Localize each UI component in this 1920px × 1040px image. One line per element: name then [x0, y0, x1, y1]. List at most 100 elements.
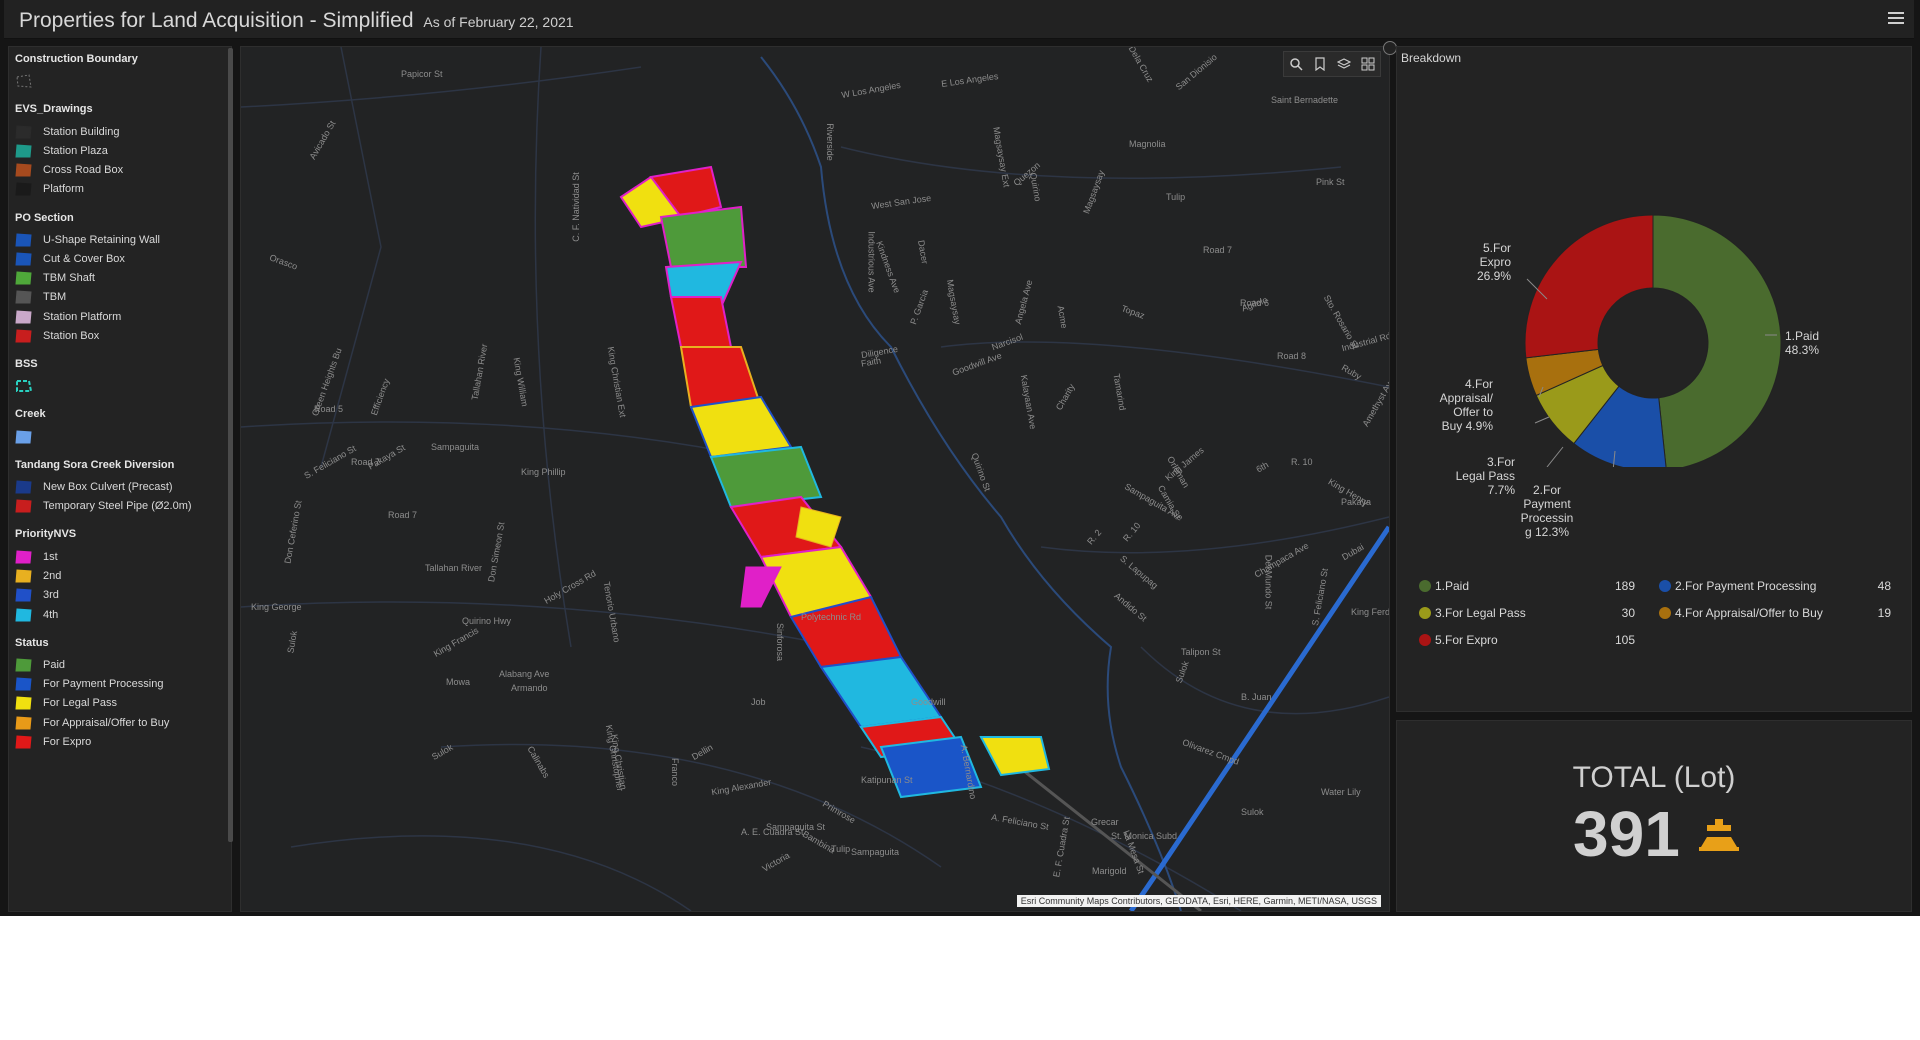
legend-item: Station Plaza: [15, 143, 108, 159]
road-label: King Ferdinand: [1351, 607, 1390, 617]
layers-icon[interactable]: [1332, 52, 1356, 76]
legend-item-label: 4th: [43, 609, 59, 621]
legend-item: Temporary Steel Pipe (Ø2.0m): [15, 498, 192, 514]
leader-line: [1546, 446, 1564, 467]
legend-item-label: Station Plaza: [43, 145, 108, 157]
legend-item-label: Paid: [43, 659, 66, 671]
breakdown-legend-value: 48: [1877, 579, 1891, 593]
legend-section-title: Tandang Sora Creek Diversion: [15, 459, 175, 471]
page-title: Properties for Land Acquisition - Simpli…: [19, 9, 574, 33]
swatch-icon: [15, 608, 32, 622]
road-label: Road 7: [351, 457, 381, 467]
map-view[interactable]: Papicor St W Los Angeles E Los Angeles Dela…: [240, 46, 1390, 912]
legend-scrollbar[interactable]: [228, 48, 233, 842]
breakdown-legend-item[interactable]: 3.For Legal Pass: [1419, 606, 1526, 620]
legend-dot-icon: [1419, 634, 1431, 646]
breakdown-legend-item[interactable]: 2.For Payment Processing: [1659, 579, 1816, 593]
breakdown-legend-value: 19: [1877, 606, 1891, 620]
pie-label: 2.For Payment Processin g 12.3%: [1520, 483, 1574, 539]
dashboard: Properties for Land Acquisition - Simpli…: [0, 0, 1920, 916]
bss-swatch-icon: [16, 380, 33, 392]
legend-item: [15, 73, 43, 89]
total-title: TOTAL (Lot): [1572, 761, 1736, 794]
as-of-date: As of February 22, 2021: [423, 14, 574, 30]
breakdown-legend-label: 1.Paid: [1435, 579, 1470, 593]
hamburger-menu-icon[interactable]: [1888, 9, 1904, 25]
legend-item: New Box Culvert (Precast): [15, 479, 173, 495]
legend-item: 2nd: [15, 568, 61, 584]
road-label: Franco: [670, 757, 681, 787]
swatch-icon: [15, 480, 32, 494]
legend-item: Station Box: [15, 328, 99, 344]
basemap-gallery-icon[interactable]: [1356, 52, 1380, 76]
road-label: Tulip: [1166, 192, 1186, 202]
search-icon[interactable]: [1284, 52, 1308, 76]
expand-icon[interactable]: [1383, 41, 1397, 55]
pie-label: 5.For Expro 26.9%: [1476, 241, 1511, 283]
swatch-icon: [15, 550, 32, 564]
road-label: Pink St: [1316, 177, 1345, 187]
map-attribution[interactable]: Esri Community Maps Contributors, GEODAT…: [1016, 895, 1381, 907]
legend-dot-icon: [1419, 607, 1431, 619]
road-label: Katipunan St: [861, 775, 913, 785]
road-label: Road 7: [388, 510, 418, 520]
legend-item: [15, 429, 43, 445]
road-label: Job: [751, 697, 766, 707]
legend-item: For Payment Processing: [15, 676, 163, 692]
swatch-icon: [15, 430, 32, 444]
road-label: Goodwill: [911, 697, 946, 707]
legend-section-title: Construction Boundary: [15, 53, 138, 65]
donut-slice[interactable]: [1524, 214, 1654, 359]
road-label: C. F. Natividad St: [570, 172, 581, 242]
road-label: Armando: [511, 683, 548, 693]
swatch-icon: [15, 677, 32, 691]
road-label: Sampaguita St: [766, 822, 826, 832]
pie-label: 1.Paid 48.3%: [1785, 329, 1820, 357]
swatch-icon: [15, 716, 32, 730]
legend-item: TBM Shaft: [15, 270, 95, 286]
legend-item: Station Building: [15, 124, 119, 140]
legend-item-label: New Box Culvert (Precast): [43, 481, 173, 493]
swatch-icon: [15, 310, 32, 324]
legend-item: 4th: [15, 607, 58, 623]
legend-item: Paid: [15, 657, 65, 673]
bookmark-icon[interactable]: [1308, 52, 1332, 76]
road-label: Water Lily: [1321, 787, 1361, 797]
header-bar: Properties for Land Acquisition - Simpli…: [4, 0, 1914, 39]
legend-dot-icon: [1419, 580, 1431, 592]
road-label: Sampaguita: [431, 442, 480, 452]
road-label: Talipon St: [1181, 647, 1221, 657]
breakdown-legend-value: 30: [1621, 606, 1635, 620]
road-label: Grecar: [1091, 817, 1119, 827]
road-label: Polytechnic Rd: [801, 612, 862, 622]
legend-section-title: PriorityNVS: [15, 528, 77, 540]
swatch-icon: [15, 290, 32, 304]
legend-item-label: Platform: [43, 183, 84, 195]
road-label: Sampaguita: [851, 847, 900, 857]
road-label: Marigold: [1092, 866, 1127, 876]
road-label: Papicor St: [401, 69, 443, 79]
breakdown-legend-item[interactable]: 5.For Expro: [1419, 633, 1498, 647]
road-label: Quirino Hwy: [462, 616, 512, 626]
road-label: Alabang Ave: [499, 669, 550, 679]
donut-slice[interactable]: [1652, 214, 1782, 467]
legend-item: [15, 378, 43, 394]
land-acquisition-icon: [1699, 819, 1739, 851]
title-text: Properties for Land Acquisition - Simpli…: [19, 9, 414, 32]
road-label: Riverside: [824, 123, 835, 161]
road-label: R. 10: [1291, 457, 1313, 467]
legend-item-label: For Legal Pass: [43, 697, 117, 709]
legend-item-label: Station Building: [43, 126, 120, 138]
map-toolbar: [1283, 51, 1381, 77]
road-label: Sinforosa: [775, 622, 786, 662]
swatch-icon: [15, 329, 32, 343]
breakdown-legend-value: 189: [1614, 579, 1635, 593]
legend-item: For Appraisal/Offer to Buy: [15, 715, 169, 731]
legend-item-label: U-Shape Retaining Wall: [43, 234, 160, 246]
breakdown-legend-item[interactable]: 4.For Appraisal/Offer to Buy: [1659, 606, 1823, 620]
legend-dot-icon: [1659, 607, 1671, 619]
swatch-icon: [15, 499, 32, 513]
swatch-icon: [15, 696, 32, 710]
legend-panel: Construction Boundary EVS_Drawings Station…: [8, 46, 232, 912]
breakdown-legend-item[interactable]: 1.Paid: [1419, 579, 1469, 593]
